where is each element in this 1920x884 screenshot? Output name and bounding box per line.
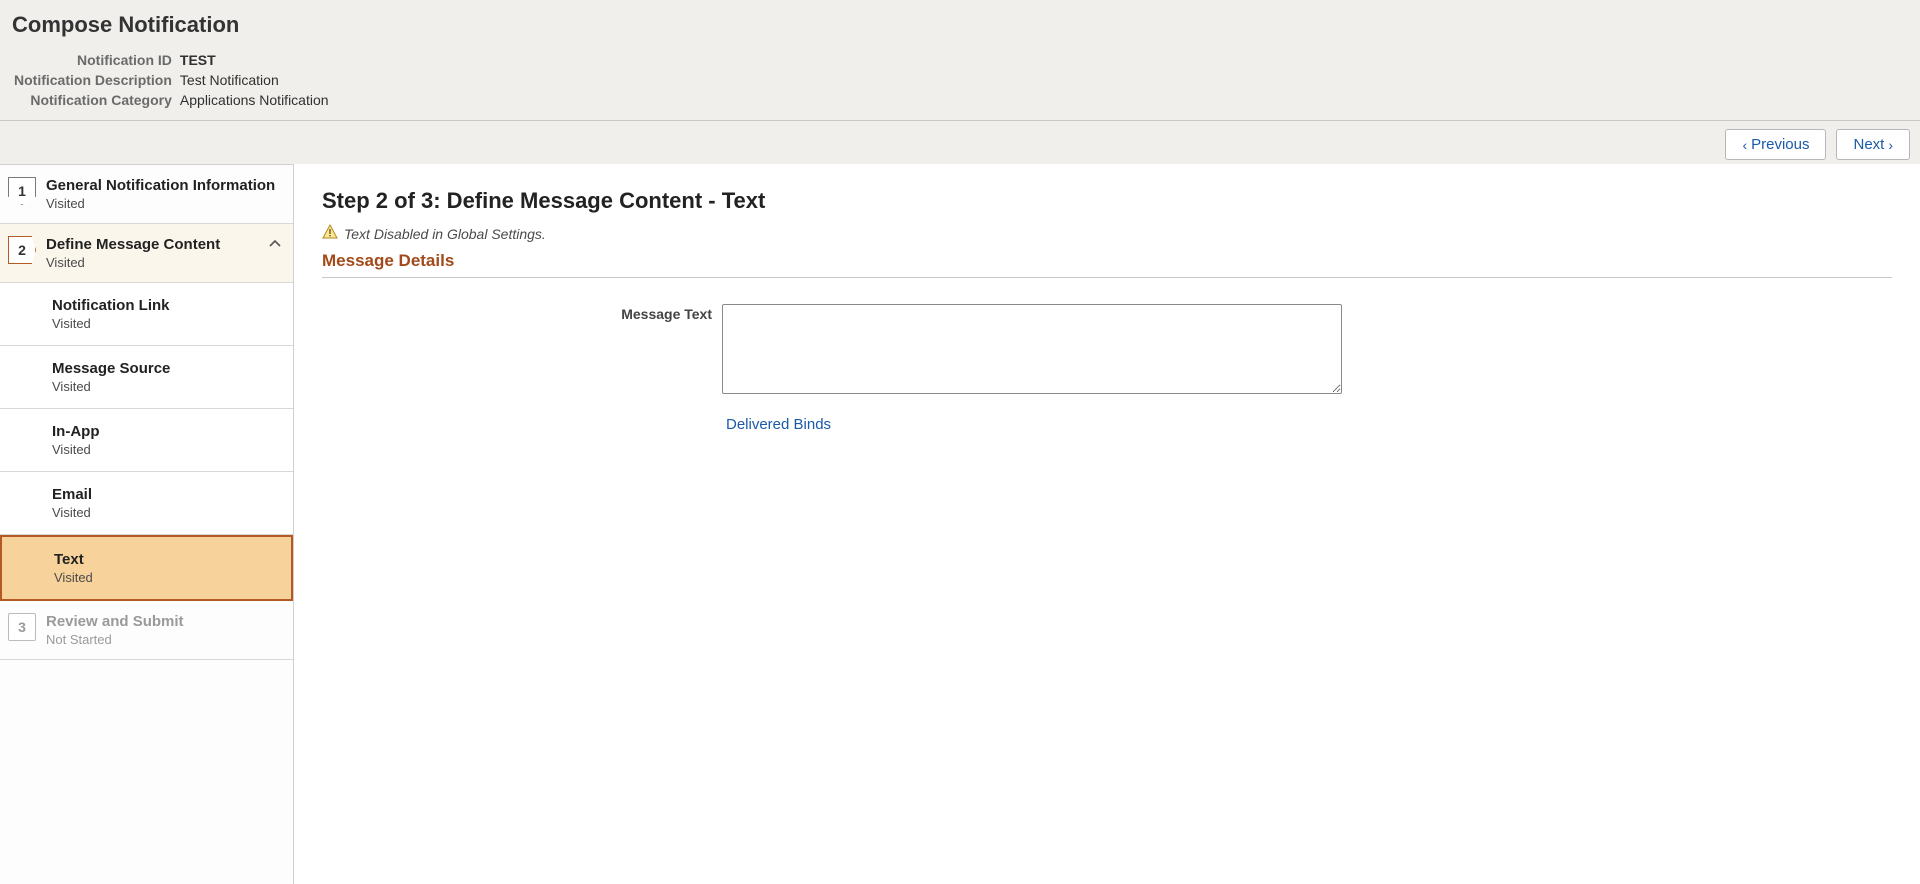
substep-title: Notification Link [52,297,283,314]
sidebar-step-define-message[interactable]: 2 Define Message Content Visited [0,224,293,283]
step-number-2: 2 [8,236,36,264]
substep-status: Visited [52,316,283,331]
step-number-1: 1 [8,177,36,205]
step-status: Not Started [46,632,283,647]
sidebar-step-review[interactable]: 3 Review and Submit Not Started [0,601,293,660]
content-heading: Step 2 of 3: Define Message Content - Te… [322,188,1892,214]
notification-description-value: Test Notification [180,70,329,90]
message-text-row: Message Text [602,304,1892,394]
nav-bar: ‹ Previous Next › [0,121,1920,164]
substep-status: Visited [52,379,283,394]
substep-title: Message Source [52,360,283,377]
step-title: Review and Submit [46,613,283,630]
message-text-label: Message Text [602,304,712,322]
previous-button-label: Previous [1751,136,1809,153]
page-header: Compose Notification Notification ID TES… [0,0,1920,121]
warning-icon [322,224,338,243]
sidebar-substep-text[interactable]: Text Visited [0,535,293,601]
sidebar-substep-in-app[interactable]: In-App Visited [0,409,293,472]
step-status: Visited [46,255,267,270]
sidebar-substep-message-source[interactable]: Message Source Visited [0,346,293,409]
notification-category-value: Applications Notification [180,90,329,110]
delivered-binds-link[interactable]: Delivered Binds [726,416,831,433]
message-text-input[interactable] [722,304,1342,394]
warning-text: Text Disabled in Global Settings. [344,226,546,242]
main-content: Step 2 of 3: Define Message Content - Te… [294,164,1920,884]
sidebar-substep-email[interactable]: Email Visited [0,472,293,535]
wizard-sidebar: 1 General Notification Information Visit… [0,164,294,884]
next-button-label: Next [1853,136,1884,153]
substep-title: Email [52,486,283,503]
substep-status: Visited [52,442,283,457]
notification-id-label: Notification ID [14,50,180,70]
chevron-right-icon: › [1888,138,1893,152]
substep-status: Visited [52,505,283,520]
sidebar-substep-notification-link[interactable]: Notification Link Visited [0,283,293,346]
step-status: Visited [46,196,283,211]
step-number-3: 3 [8,613,36,641]
step-title: General Notification Information [46,177,283,194]
next-button[interactable]: Next › [1836,129,1910,160]
previous-button[interactable]: ‹ Previous [1725,129,1826,160]
substep-status: Visited [54,570,281,585]
sidebar-step-general[interactable]: 1 General Notification Information Visit… [0,165,293,224]
substep-title: Text [54,551,281,568]
notification-description-label: Notification Description [14,70,180,90]
chevron-left-icon: ‹ [1742,138,1747,152]
section-message-details: Message Details [322,247,1892,278]
warning-row: Text Disabled in Global Settings. [322,224,1892,243]
step-title: Define Message Content [46,236,267,253]
notification-id-value: TEST [180,50,329,70]
substep-title: In-App [52,423,283,440]
notification-category-label: Notification Category [14,90,180,110]
page-title: Compose Notification [12,12,1910,38]
metadata-table: Notification ID TEST Notification Descri… [14,50,329,110]
chevron-up-icon [267,236,283,252]
